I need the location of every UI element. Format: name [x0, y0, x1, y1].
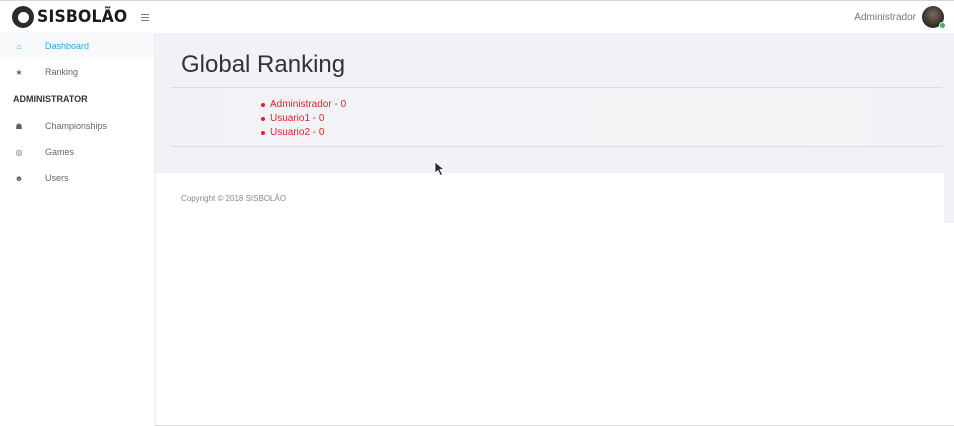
user-icon: ☻ — [14, 173, 24, 183]
online-status-indicator — [939, 22, 946, 29]
brand-text: SISBOLÃO — [37, 7, 128, 27]
sidebar: ⌂ Dashboard ★ Ranking ADMINISTRATOR ☗ Ch… — [0, 33, 155, 426]
sidebar-item-dashboard[interactable]: ⌂ Dashboard — [0, 33, 154, 59]
ranking-item: Administrador - 0 — [261, 98, 346, 112]
ranking-list: Administrador - 0 Usuario1 - 0 Usuario2 … — [261, 98, 346, 140]
ranking-item-text: Usuario1 - 0 — [270, 113, 325, 124]
sidebar-item-label: Dashboard — [45, 41, 90, 51]
star-icon: ★ — [15, 67, 23, 77]
user-name[interactable]: Administrador — [854, 12, 916, 23]
bullet-icon — [261, 103, 265, 107]
avatar[interactable] — [922, 6, 946, 29]
sidebar-section-header: ADMINISTRATOR — [13, 94, 88, 104]
user-menu[interactable]: Administrador — [854, 1, 946, 33]
sidebar-item-ranking[interactable]: ★ Ranking — [0, 59, 154, 85]
ranking-item: Usuario1 - 0 — [261, 112, 346, 126]
bullet-icon — [261, 131, 265, 135]
soccer-ball-logo-icon — [12, 6, 34, 28]
ranking-item-text: Usuario2 - 0 — [270, 127, 325, 138]
content-edge — [944, 33, 954, 223]
sidebar-item-championships[interactable]: ☗ Championships — [0, 113, 154, 139]
ranking-item-text: Administrador - 0 — [270, 99, 347, 110]
soccer-ball-icon: ◎ — [15, 147, 23, 157]
sidebar-item-label: Games — [45, 147, 75, 157]
app-window: SISBOLÃO Administrador ⌂ Dashboard ★ Ran… — [0, 0, 954, 426]
footer: Copyright © 2018 SISBOLÃO — [172, 173, 944, 223]
copyright-text: Copyright © 2018 SISBOLÃO — [181, 194, 287, 203]
hamburger-menu-icon[interactable] — [141, 13, 151, 21]
mouse-cursor-icon — [434, 161, 446, 177]
bullet-icon — [261, 117, 265, 121]
sidebar-item-label: Users — [45, 173, 69, 183]
trophy-icon: ☗ — [15, 121, 23, 131]
brand-logo[interactable]: SISBOLÃO — [12, 1, 135, 33]
ranking-item: Usuario2 - 0 — [261, 126, 346, 140]
top-navbar: SISBOLÃO Administrador — [0, 1, 954, 33]
ranking-panel: Administrador - 0 Usuario1 - 0 Usuario2 … — [171, 88, 871, 146]
main-content: Global Ranking Administrador - 0 Usuario… — [155, 33, 954, 173]
sidebar-item-label: Ranking — [45, 67, 79, 77]
home-icon: ⌂ — [16, 41, 22, 51]
divider — [171, 146, 942, 147]
sidebar-item-label: Championships — [45, 121, 108, 131]
page-title: Global Ranking — [181, 51, 346, 78]
sidebar-item-games[interactable]: ◎ Games — [0, 139, 154, 165]
sidebar-item-users[interactable]: ☻ Users — [0, 165, 154, 191]
